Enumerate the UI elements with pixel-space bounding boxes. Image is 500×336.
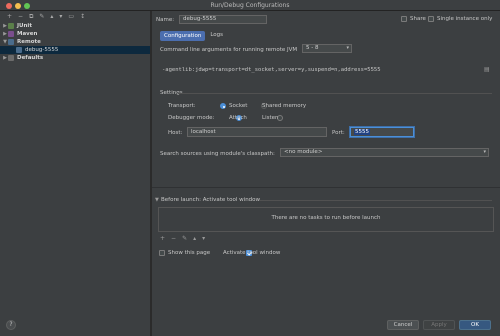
chevron-down-icon: ▾ (483, 149, 486, 155)
tree-item-label: Maven (17, 31, 38, 37)
junit-icon (8, 23, 14, 29)
add-task-icon[interactable]: + (160, 235, 165, 242)
tree-item-label: debug-5555 (25, 47, 59, 53)
ok-button[interactable]: OK (459, 320, 491, 330)
remove-icon[interactable]: − (18, 13, 23, 20)
debugger-mode-label: Debugger mode: (168, 115, 215, 121)
settings-divider (178, 93, 492, 94)
move-task-up-icon[interactable]: ▴ (193, 235, 196, 242)
classpath-label: Search sources using module's classpath: (160, 151, 275, 157)
tree-item-label: Remote (17, 39, 41, 45)
host-field[interactable]: localhost (187, 127, 327, 137)
port-value-selected: 5555 (354, 129, 370, 135)
jvm-args-field[interactable]: -agentlib:jdwp=transport=dt_socket,serve… (158, 65, 476, 76)
tree-item-remote[interactable]: ▼ Remote (0, 38, 150, 46)
transport-label: Transport: (168, 103, 196, 109)
debugger-mode-attach-label: Attach (229, 115, 247, 121)
transport-socket-label: Socket (229, 103, 248, 109)
configuration-editor: Name: debug-5555 Share Single instance o… (152, 11, 500, 336)
copy-icon[interactable]: ▤ (484, 66, 490, 73)
before-launch-title: Before launch: Activate tool window (161, 197, 261, 203)
tree-item-junit[interactable]: ▶ JUnit (0, 22, 150, 30)
edit-task-icon[interactable]: ✎ (182, 235, 187, 242)
share-label: Share (410, 16, 426, 22)
name-label: Name: (156, 17, 175, 23)
chevron-down-icon[interactable]: ▼ (155, 197, 159, 203)
module-value: <no module> (284, 149, 323, 155)
tree-item-maven[interactable]: ▶ Maven (0, 30, 150, 38)
panel-splitter[interactable] (152, 187, 500, 188)
edit-defaults-icon[interactable]: ✎ (39, 13, 44, 20)
debugger-mode-listen-label: Listen (262, 115, 279, 121)
empty-tasks-text: There are no tasks to run before launch (271, 215, 381, 221)
single-instance-checkbox[interactable] (428, 16, 434, 22)
transport-socket-radio[interactable] (220, 103, 226, 109)
show-page-label: Show this page (168, 250, 211, 256)
defaults-icon (8, 55, 14, 61)
show-page-checkbox[interactable] (159, 250, 165, 256)
title-bar: Run/Debug Configurations (0, 0, 500, 11)
host-label: Host: (168, 130, 183, 136)
single-instance-label: Single instance only (437, 16, 493, 22)
configurations-tree-panel: + − ⧉ ✎ ▴ ▾ ▭ ↕ ▶ JUnit ▶ Maven ▼ Remote… (0, 11, 151, 336)
tree-item-defaults[interactable]: ▶ Defaults (0, 54, 150, 62)
tab-logs[interactable]: Logs (207, 31, 226, 41)
module-select[interactable]: <no module> ▾ (280, 148, 489, 157)
tree-item-label: Defaults (17, 55, 44, 61)
tree-item-debug-5555[interactable]: debug-5555 (0, 46, 150, 54)
add-icon[interactable]: + (7, 13, 12, 20)
maven-icon (8, 31, 14, 37)
move-task-down-icon[interactable]: ▾ (202, 235, 205, 242)
jvm-args-label: Command line arguments for running remot… (160, 47, 298, 53)
help-button[interactable]: ? (6, 320, 16, 330)
window-title: Run/Debug Configurations (210, 2, 290, 9)
before-launch-toolbar: + − ✎ ▴ ▾ (160, 235, 205, 242)
tree-toolbar: + − ⧉ ✎ ▴ ▾ ▭ ↕ (0, 11, 150, 22)
jvm-version-value: 5 - 8 (306, 45, 319, 51)
transport-shared-memory-label: Shared memory (262, 103, 307, 109)
chevron-down-icon: ▾ (346, 45, 349, 51)
share-checkbox[interactable] (401, 16, 407, 22)
jvm-version-select[interactable]: 5 - 8 ▾ (302, 44, 352, 53)
remote-icon (8, 39, 14, 45)
activate-tool-window-label: Activate tool window (223, 250, 281, 256)
port-label: Port: (332, 130, 345, 136)
move-up-icon[interactable]: ▴ (50, 13, 53, 20)
remove-task-icon[interactable]: − (171, 235, 176, 242)
apply-button[interactable]: Apply (423, 320, 455, 330)
sort-icon[interactable]: ↕ (80, 13, 85, 20)
move-down-icon[interactable]: ▾ (59, 13, 62, 20)
port-field[interactable]: 5555 (350, 127, 414, 137)
folder-icon[interactable]: ▭ (68, 13, 74, 20)
remote-debug-icon (16, 47, 22, 53)
tab-bar: Configuration Logs (160, 31, 226, 41)
cancel-button[interactable]: Cancel (387, 320, 419, 330)
tree-item-label: JUnit (17, 23, 32, 29)
copy-icon[interactable]: ⧉ (29, 13, 33, 21)
tab-configuration[interactable]: Configuration (160, 31, 206, 41)
name-field[interactable]: debug-5555 (179, 15, 267, 24)
before-launch-task-list: There are no tasks to run before launch (158, 207, 494, 232)
before-launch-divider (260, 200, 492, 201)
